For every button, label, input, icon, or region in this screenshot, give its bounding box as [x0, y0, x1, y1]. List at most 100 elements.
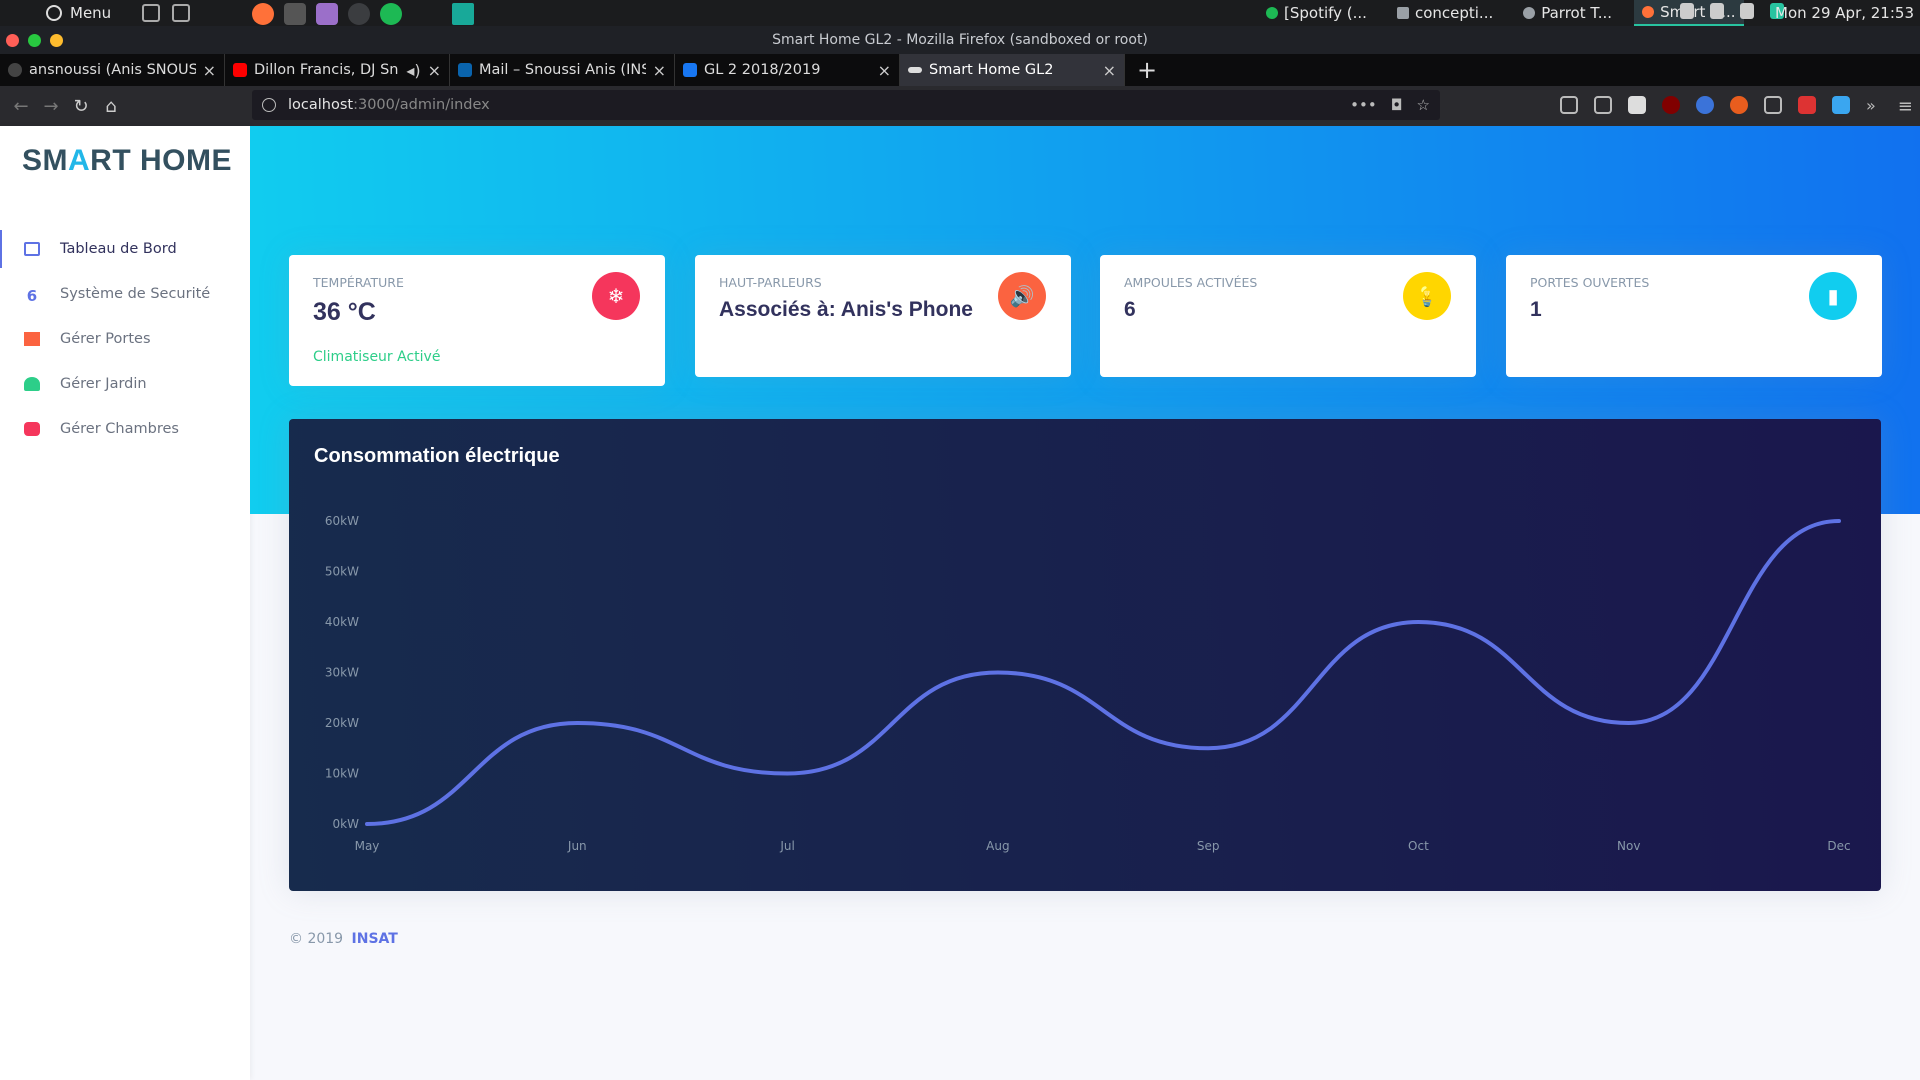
- spotify-launcher-icon[interactable]: [380, 3, 402, 25]
- hamburger-menu-icon[interactable]: ≡: [1898, 96, 1913, 117]
- stat-card-speakers: Haut-Parleurs Associés à: Anis's Phone 🔊: [695, 255, 1071, 377]
- extension-cursor-icon[interactable]: [1764, 96, 1782, 114]
- close-tab-icon[interactable]: ×: [878, 61, 891, 80]
- tab-label: Dillon Francis, DJ Snake: [254, 62, 399, 78]
- task-parrot[interactable]: Parrot T...: [1515, 0, 1620, 26]
- audio-playing-icon[interactable]: ◂): [406, 61, 420, 80]
- os-menu-button[interactable]: Menu: [46, 4, 111, 22]
- extension-s-icon[interactable]: [1696, 96, 1714, 114]
- ublock-icon[interactable]: [1662, 96, 1680, 114]
- sidebar-item-dashboard[interactable]: Tableau de Bord: [0, 226, 250, 271]
- brand-text-start: SM: [22, 144, 68, 177]
- forward-button[interactable]: →: [36, 96, 66, 117]
- wifi-icon[interactable]: [1740, 3, 1754, 19]
- volume-icon[interactable]: [1710, 3, 1724, 19]
- sidebar-nav: Tableau de Bord 6 Système de Securité Gé…: [0, 226, 250, 451]
- task-label: [Spotify (...: [1284, 4, 1367, 22]
- tab-github[interactable]: ansnoussi (Anis SNOUSSI) ×: [0, 54, 225, 86]
- tab-youtube[interactable]: Dillon Francis, DJ Snake ◂) ×: [225, 54, 450, 86]
- tab-mail[interactable]: Mail – Snoussi Anis (INSAT) ×: [450, 54, 675, 86]
- extension-blue-icon[interactable]: [1832, 96, 1850, 114]
- sidebar-item-rooms[interactable]: Gérer Chambres: [0, 406, 250, 451]
- sidebar-item-label: Tableau de Bord: [60, 240, 177, 257]
- tab-label: Smart Home GL2: [929, 62, 1054, 78]
- clock[interactable]: Mon 29 Apr, 21:53: [1775, 4, 1914, 22]
- door-open-icon: ▮: [1809, 272, 1857, 320]
- bookmark-star-icon[interactable]: ☆: [1417, 96, 1430, 114]
- tab-label: Mail – Snoussi Anis (INSAT): [479, 62, 646, 78]
- os-menu-label: Menu: [70, 4, 112, 22]
- task-spotify[interactable]: [Spotify (...: [1258, 0, 1375, 26]
- monitor-icon: [24, 241, 40, 256]
- plant-icon: [24, 376, 40, 391]
- terminal-launcher-icon[interactable]: [284, 3, 306, 25]
- y-tick-label: 50kW: [325, 565, 359, 579]
- distro-logo-icon: [46, 5, 62, 21]
- extension-cloud-icon[interactable]: [1628, 96, 1646, 114]
- firefox-icon: [1642, 6, 1655, 18]
- back-button[interactable]: ←: [6, 96, 36, 117]
- sidebar-item-label: Gérer Chambres: [60, 420, 179, 437]
- card-footer: Climatiseur Activé: [313, 349, 441, 365]
- site-info-icon[interactable]: [262, 98, 276, 112]
- minimize-window-icon[interactable]: [50, 34, 63, 47]
- brand-text-end: RT HOME: [90, 144, 232, 177]
- extension-red-icon[interactable]: [1798, 96, 1816, 114]
- card-title: Température: [313, 275, 404, 290]
- screen-app-icon[interactable]: [452, 3, 474, 25]
- reload-button[interactable]: ↻: [66, 96, 96, 117]
- window-controls: [6, 34, 63, 47]
- tab-label: ansnoussi (Anis SNOUSSI): [29, 62, 196, 78]
- tab-smart-home[interactable]: Smart Home GL2 ×: [900, 54, 1125, 86]
- close-tab-icon[interactable]: ×: [428, 61, 441, 80]
- library-icon[interactable]: [1560, 96, 1578, 114]
- workspace-1-icon[interactable]: [142, 4, 160, 22]
- y-tick-label: 20kW: [325, 716, 359, 730]
- tab-label: GL 2 2018/2019: [704, 62, 821, 78]
- bluetooth-icon[interactable]: [1680, 3, 1694, 19]
- facebook-icon: [683, 63, 697, 77]
- extension-fox-icon[interactable]: [1730, 96, 1748, 114]
- sidebar-toggle-icon[interactable]: [1594, 96, 1612, 114]
- firefox-launcher-icon[interactable]: [252, 3, 274, 25]
- overflow-chevron-icon[interactable]: »: [1866, 96, 1876, 115]
- sidebar-item-label: Gérer Jardin: [60, 375, 147, 392]
- close-tab-icon[interactable]: ×: [1103, 61, 1116, 80]
- page-actions-icon[interactable]: •••: [1350, 96, 1377, 114]
- url-bar[interactable]: localhost:3000/admin/index ••• ◘ ☆: [252, 90, 1440, 120]
- lightbulb-icon: 💡: [1403, 272, 1451, 320]
- sidebar-item-doors[interactable]: Gérer Portes: [0, 316, 250, 361]
- task-list: [Spotify (... concepti... Parrot T... Sm…: [1258, 0, 1744, 26]
- close-window-icon[interactable]: [6, 34, 19, 47]
- snowflake-icon: ❄: [592, 272, 640, 320]
- close-tab-icon[interactable]: ×: [653, 61, 666, 80]
- task-folder[interactable]: concepti...: [1389, 0, 1501, 26]
- maximize-window-icon[interactable]: [28, 34, 41, 47]
- sidebar-item-garden[interactable]: Gérer Jardin: [0, 361, 250, 406]
- footer-link-insat[interactable]: INSAT: [352, 931, 398, 947]
- parrot-icon: [1523, 7, 1536, 19]
- github-icon: [8, 63, 22, 77]
- page-footer: © 2019 INSAT: [289, 931, 398, 947]
- sidebar-item-security[interactable]: 6 Système de Securité: [0, 271, 250, 316]
- atom-launcher-icon[interactable]: [348, 3, 370, 25]
- stat-card-bulbs: Ampoules Activées 6 💡: [1100, 255, 1476, 377]
- workspace-2-icon[interactable]: [172, 4, 190, 22]
- tab-facebook[interactable]: GL 2 2018/2019 ×: [675, 54, 900, 86]
- editor-launcher-icon[interactable]: [316, 3, 338, 25]
- workspace-switcher[interactable]: [142, 4, 190, 22]
- card-title: Haut-Parleurs: [719, 275, 822, 290]
- close-tab-icon[interactable]: ×: [203, 61, 216, 80]
- window-titlebar: Smart Home GL2 - Mozilla Firefox (sandbo…: [0, 26, 1920, 54]
- line-chart: 0kW 10kW 20kW 30kW 40kW 50kW 60kW May Jun Jul Aug S…: [325, 514, 1851, 853]
- brand-logo[interactable]: SMART HOME: [22, 144, 232, 178]
- home-button[interactable]: ⌂: [96, 96, 126, 117]
- lock-icon: 6: [26, 286, 38, 305]
- new-tab-button[interactable]: +: [1125, 54, 1169, 86]
- pocket-icon[interactable]: ◘: [1391, 96, 1403, 114]
- url-path: :3000/admin/index: [353, 97, 490, 113]
- system-tray: [1680, 3, 1784, 19]
- x-tick-label: Dec: [1827, 839, 1850, 853]
- series-line: [365, 519, 1841, 826]
- os-top-panel: Menu [Spotify (... concepti... Parrot T.…: [0, 0, 1920, 26]
